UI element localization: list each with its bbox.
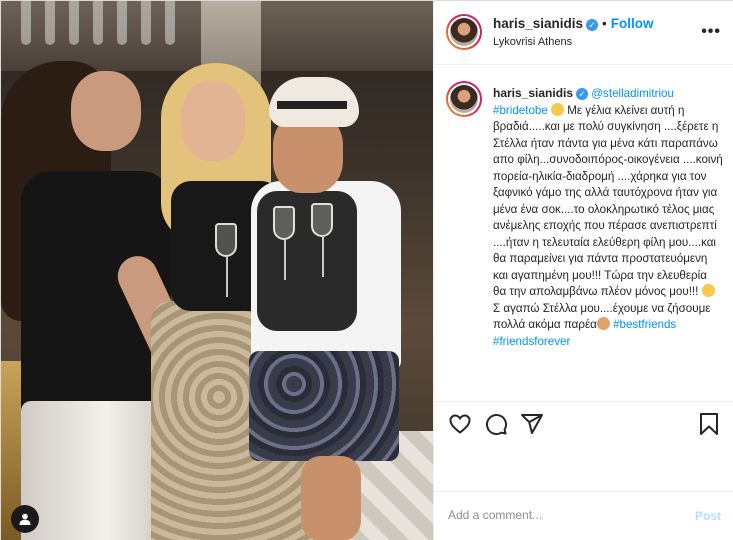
caption-body: Με γέλια κλείνει αυτή η βραδιά.....και μ… — [493, 103, 723, 299]
avatar[interactable] — [446, 14, 482, 50]
praying-hands-emoji-icon — [596, 317, 610, 330]
caption-avatar[interactable] — [446, 81, 482, 117]
comment-input[interactable] — [448, 508, 668, 522]
profile-picture — [450, 18, 478, 46]
heart-icon[interactable] — [448, 412, 472, 436]
wine-glass — [311, 203, 333, 237]
hashtag-link[interactable]: #bridetobe — [493, 104, 548, 117]
post-header: haris_sianidis ✓ • Follow Lykovrisi Athens … — [434, 1, 733, 65]
location-link[interactable]: Lykovrisi Athens — [493, 36, 572, 48]
post-comment-button[interactable]: Post — [695, 509, 721, 523]
wine-glass-stem — [226, 257, 228, 297]
profile-picture — [450, 85, 478, 113]
hanging-glass — [69, 1, 79, 45]
wine-glass — [273, 206, 295, 240]
woman-blonde-face — [181, 81, 245, 161]
action-bar — [434, 401, 733, 445]
man-sweater — [257, 191, 357, 331]
comment-icon[interactable] — [484, 412, 508, 436]
man-shorts — [249, 351, 399, 461]
post-photo[interactable] — [1, 1, 433, 540]
wine-glass-stem — [284, 240, 286, 280]
verified-badge-icon: ✓ — [576, 88, 589, 100]
hanging-glass — [93, 1, 103, 45]
user-icon — [19, 513, 31, 525]
bookmark-icon[interactable] — [697, 412, 721, 436]
post-sidebar: haris_sianidis ✓ • Follow Lykovrisi Athens … — [433, 1, 733, 540]
mention-link[interactable]: @stelladimitriou — [591, 87, 674, 100]
instagram-post: haris_sianidis ✓ • Follow Lykovrisi Athens … — [0, 0, 733, 540]
caption-text: haris_sianidis ✓ @stelladimitriou #bridet… — [493, 85, 723, 350]
hanging-glass — [21, 1, 31, 45]
tagged-users-button[interactable] — [11, 505, 39, 533]
share-icon[interactable] — [520, 412, 544, 436]
woman-left-face — [71, 71, 141, 151]
hanging-glass — [45, 1, 55, 45]
caption-section: haris_sianidis ✓ @stelladimitriou #bridet… — [434, 65, 733, 401]
comment-form: Post — [434, 491, 733, 540]
separator-dot: • — [602, 16, 607, 31]
hanging-glass — [165, 1, 175, 45]
caption-username[interactable]: haris_sianidis — [493, 86, 573, 100]
wine-glass-stem — [322, 237, 324, 277]
hanging-glass — [117, 1, 127, 45]
header-user-line: haris_sianidis ✓ • Follow — [493, 16, 654, 31]
more-options-icon[interactable]: ••• — [701, 23, 721, 41]
follow-button[interactable]: Follow — [611, 16, 654, 31]
header-username[interactable]: haris_sianidis — [493, 16, 583, 31]
verified-badge-icon: ✓ — [586, 19, 599, 31]
wine-glass — [215, 223, 237, 257]
emoji-icon — [701, 284, 715, 297]
emoji-icon — [551, 102, 565, 116]
man-leg — [301, 456, 361, 540]
man-hat-band — [277, 101, 347, 109]
hanging-glass — [141, 1, 151, 45]
